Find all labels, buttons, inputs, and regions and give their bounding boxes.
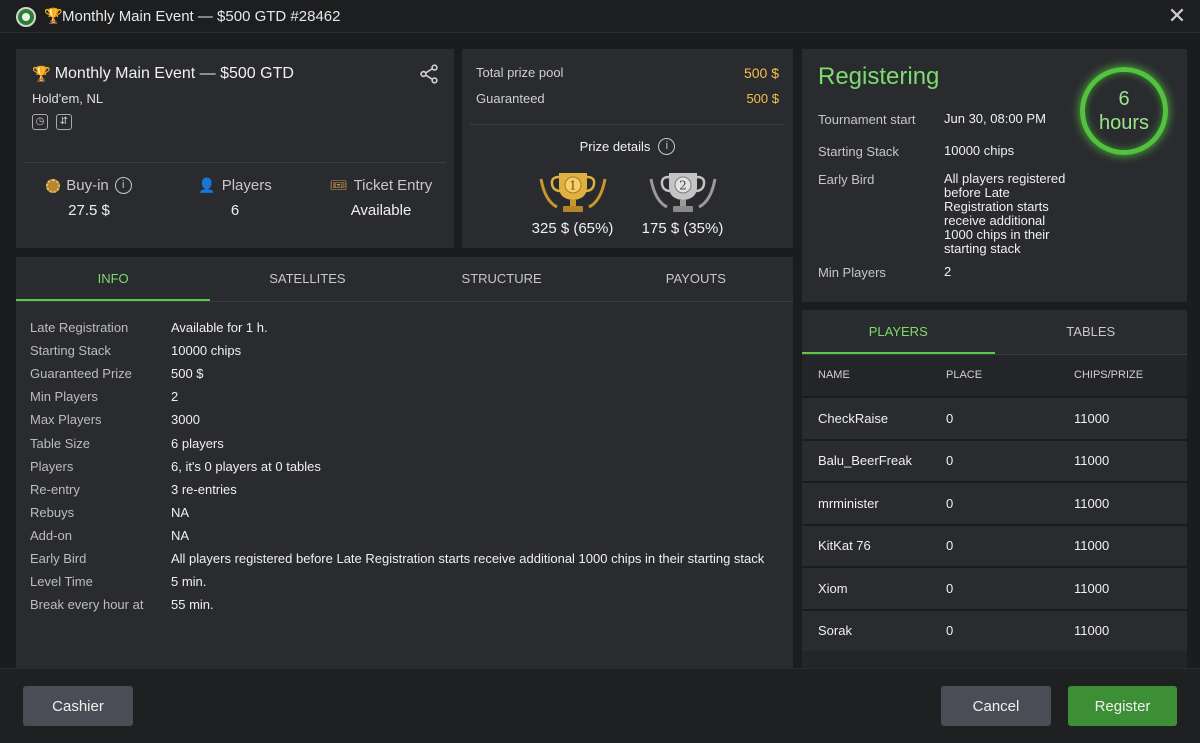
starting-stack-value: 10000 chips (944, 143, 1015, 158)
info-icon[interactable]: i (114, 177, 132, 194)
players-tab-bar: PLAYERS TABLES (802, 310, 1187, 355)
cancel-button[interactable]: Cancel (941, 686, 1051, 726)
ticket-entry-stat: 🎟 Ticket Entry Available (308, 177, 454, 219)
place-number: 2 (679, 179, 687, 193)
min-players-label: Min Players (818, 265, 886, 280)
divider (24, 162, 446, 163)
trophy-icon: 🏆 (44, 8, 63, 25)
info-row: Guaranteed Prize 500 $ (30, 366, 204, 382)
buy-in-value: 27.5 $ (68, 202, 110, 219)
table-row[interactable]: CheckRaise 0 11000 (802, 396, 1187, 439)
info-row: Level Time 5 min. (30, 574, 207, 590)
app-logo-icon (16, 7, 36, 27)
early-bird-value: All players registered before Late Regis… (944, 171, 1066, 256)
table-row[interactable]: Xiom 0 11000 (802, 566, 1187, 609)
status-panel: Registering 6 hours Tournament start Jun… (802, 49, 1187, 302)
window-title: Monthly Main Event — $500 GTD #28462 (62, 8, 341, 25)
second-place-prize: 2 175 $ (35%) (638, 169, 728, 237)
trophy-icon: 🏆 (32, 66, 51, 83)
total-prize-pool-label: Total prize pool (476, 65, 564, 80)
tab-structure[interactable]: STRUCTURE (405, 257, 599, 301)
tab-payouts[interactable]: PAYOUTS (599, 257, 793, 301)
column-chips-prize[interactable]: CHIPS/PRIZE (1074, 369, 1143, 381)
silver-trophy-icon: 2 (649, 173, 716, 212)
info-row: Max Players 3000 (30, 412, 200, 428)
register-button[interactable]: Register (1068, 686, 1177, 726)
buy-in-label: Buy-in (66, 177, 109, 194)
cashier-button[interactable]: Cashier (23, 686, 133, 726)
footer-bar: Cashier Cancel Register (0, 668, 1200, 743)
registration-status: Registering (818, 63, 940, 90)
tournament-title: Monthly Main Event — $500 GTD (54, 65, 294, 82)
info-row: Add-on NA (30, 527, 190, 543)
players-table-header: NAME PLACE CHIPS/PRIZE (818, 369, 1177, 381)
tournament-start-label: Tournament start (818, 112, 916, 127)
prize-panel: Total prize pool 500 $ Guaranteed 500 $ … (462, 49, 793, 248)
gold-trophy-icon: 1 (539, 173, 606, 212)
info-row: Rebuys NA (30, 504, 190, 520)
game-type: Hold'em, NL (32, 91, 104, 106)
place-number: 1 (569, 179, 577, 193)
first-place-prize: 1 325 $ (65%) (528, 169, 618, 237)
info-icon[interactable]: i (658, 138, 676, 155)
buy-in-stat: Buy-in i 27.5 $ (16, 177, 162, 219)
title-bar: 🏆 Monthly Main Event — $500 GTD #28462 ✕ (0, 0, 1200, 33)
players-label: Players (221, 177, 272, 194)
tab-info[interactable]: INFO (16, 257, 211, 301)
info-row: Min Players 2 (30, 389, 179, 405)
divider (470, 124, 785, 125)
prize-details-label: Prize details (579, 139, 651, 154)
timer-unit: hours (1098, 112, 1150, 134)
chip-icon (46, 178, 61, 193)
players-table-body: CheckRaise 0 11000 Balu_BeerFreak 0 11000 mr… (802, 396, 1187, 651)
info-row: Table Size 6 players (30, 435, 224, 451)
players-stat: 👤 Players 6 (162, 177, 308, 219)
guaranteed-value: 500 $ (746, 91, 779, 106)
ticket-entry-value: Available (350, 202, 412, 219)
share-icon[interactable] (418, 63, 440, 85)
players-value: 6 (230, 202, 240, 219)
info-row: Early Bird All players registered before … (30, 550, 765, 566)
tab-players[interactable]: PLAYERS (802, 310, 995, 354)
close-icon[interactable]: ✕ (1164, 4, 1190, 30)
column-place[interactable]: PLACE (946, 369, 1074, 381)
info-row: Late Registration Available for 1 h. (30, 320, 268, 336)
clock-badge-icon: ◷ (32, 114, 48, 130)
players-panel: PLAYERS TABLES NAME PLACE CHIPS/PRIZE Ch… (802, 310, 1187, 668)
info-list: Late Registration Available for 1 h. Star… (30, 316, 783, 616)
column-name[interactable]: NAME (818, 369, 946, 381)
info-row: Break every hour at 55 min. (30, 597, 214, 613)
tab-tables[interactable]: TABLES (995, 310, 1188, 354)
second-place-value: 175 $ (35%) (641, 220, 724, 237)
first-place-value: 325 $ (65%) (531, 220, 614, 237)
table-row[interactable]: Balu_BeerFreak 0 11000 (802, 438, 1187, 481)
total-prize-pool-value: 500 $ (743, 65, 779, 81)
starting-stack-label: Starting Stack (818, 144, 899, 159)
ticket-icon: 🎟 (329, 177, 348, 193)
reentry-badge-icon: ⇵ (56, 114, 72, 130)
table-row[interactable]: Sorak 0 11000 (802, 608, 1187, 651)
early-bird-label: Early Bird (818, 172, 875, 187)
info-tabs-panel: INFO SATELLITES STRUCTURE PAYOUTS Late R… (16, 257, 793, 668)
person-icon: 👤 (198, 177, 216, 193)
ticket-entry-label: Ticket Entry (353, 177, 433, 194)
tab-bar: INFO SATELLITES STRUCTURE PAYOUTS (16, 257, 793, 302)
table-row[interactable]: mrminister 0 11000 (802, 481, 1187, 524)
guaranteed-label: Guaranteed (476, 91, 545, 106)
tournament-start-value: Jun 30, 08:00 PM (944, 111, 1046, 126)
info-row: Starting Stack 10000 chips (30, 343, 242, 359)
tournament-header-panel: 🏆 Monthly Main Event — $500 GTD Hold'em,… (16, 49, 454, 248)
info-row: Players 6, it's 0 players at 0 tables (30, 458, 321, 474)
timer-value: 6 (1118, 88, 1130, 110)
table-row[interactable]: KitKat 76 0 11000 (802, 523, 1187, 566)
min-players-value: 2 (944, 264, 952, 279)
info-row: Re-entry 3 re-entries (30, 481, 237, 497)
countdown-timer: 6 hours (1080, 67, 1168, 155)
tab-satellites[interactable]: SATELLITES (210, 257, 404, 301)
